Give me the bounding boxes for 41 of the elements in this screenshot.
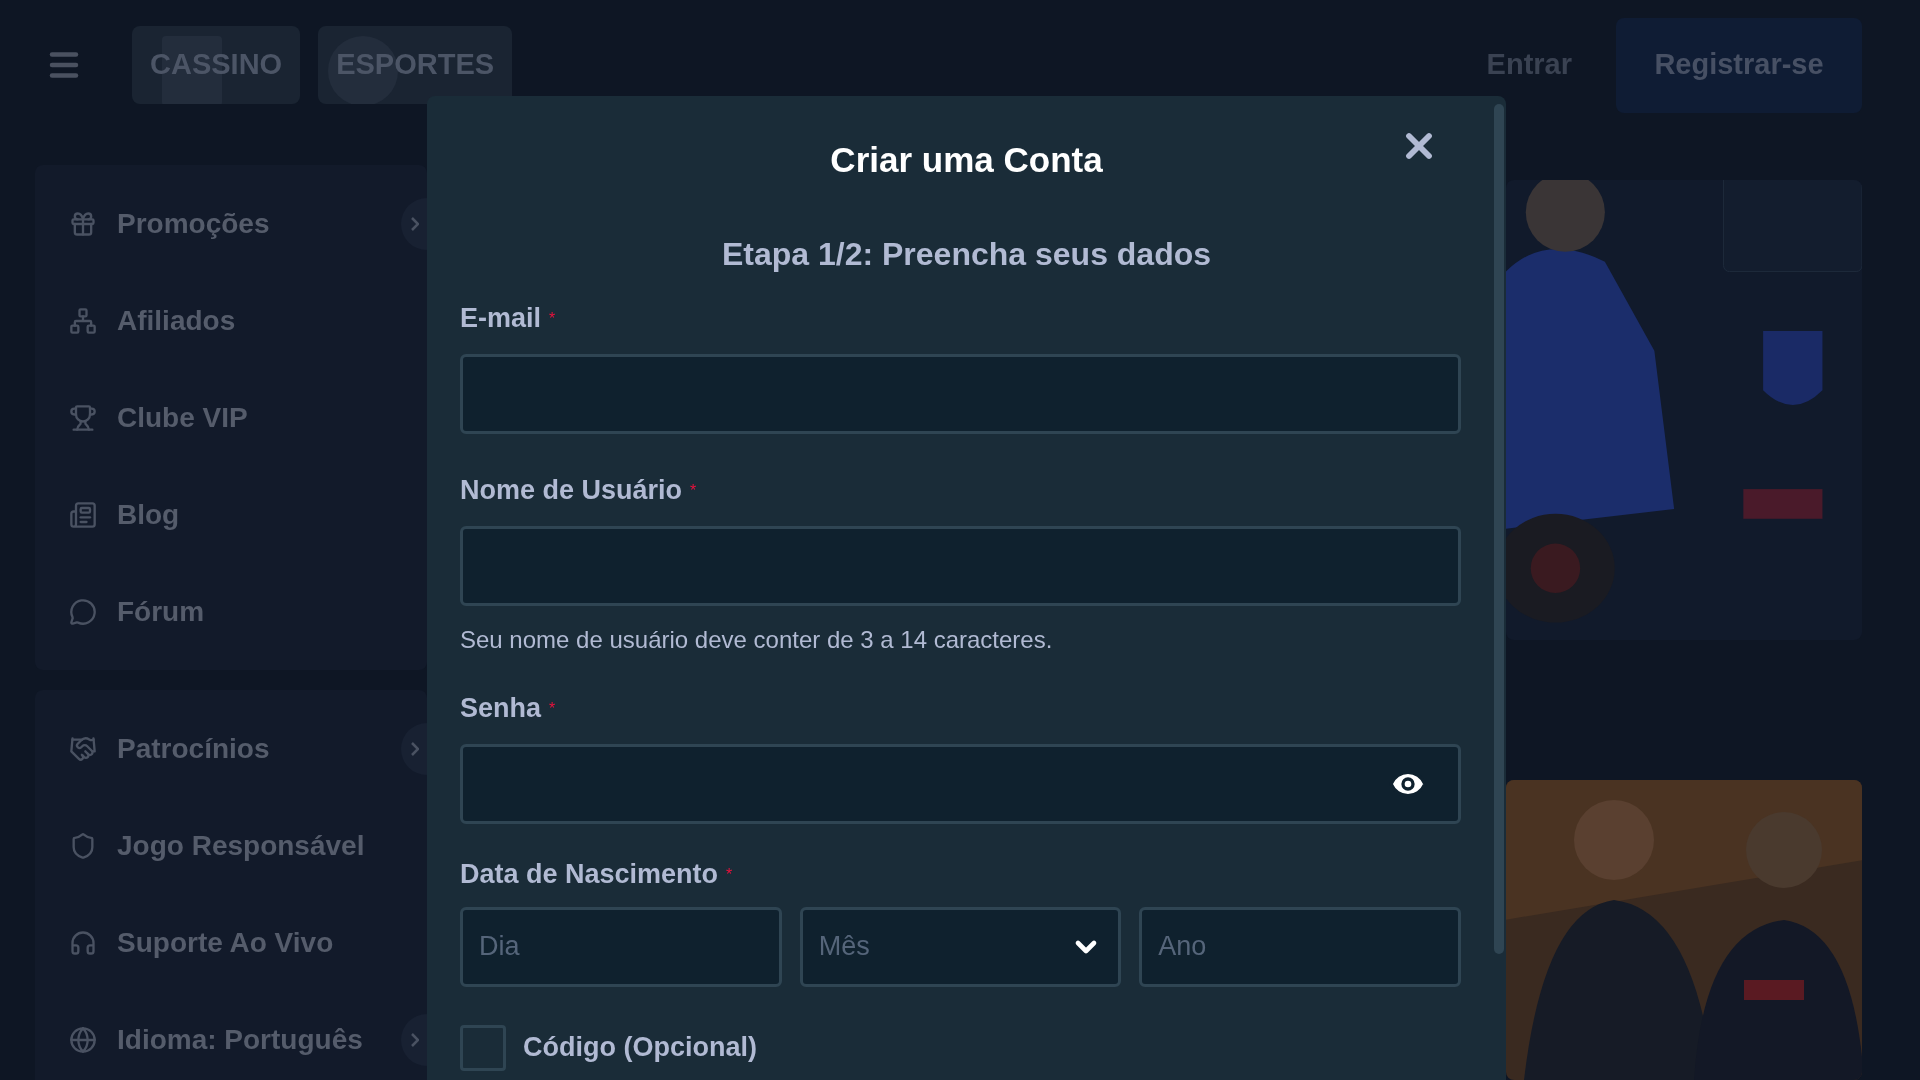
dialog-title: Criar uma Conta [830,139,1103,181]
checkbox-label[interactable]: Código (Opcional) [523,1027,757,1068]
globe-icon [69,1025,97,1054]
step-subtitle: Etapa 1/2: Preencha seus dados [721,234,1212,274]
chevron-icon [411,741,419,756]
sidebar-item[interactable]: Promoções [117,202,270,245]
headset-icon [69,928,97,957]
sidebar-item[interactable]: Jogo Responsável [117,824,365,867]
chevron-icon [411,1032,419,1047]
date-field[interactable]: Ano [1139,906,1461,987]
chat-icon [69,597,97,626]
field-hint: Seu nome de usuário deve conter de 3 a 14 caracteres. [460,624,1054,655]
code-checkbox[interactable] [460,1024,506,1071]
date-field[interactable]: Dia [460,906,782,987]
sidebar-item[interactable]: Patrocínios [117,727,270,770]
gift-icon [69,209,97,238]
field-label: Data de Nascimento [460,858,719,892]
sidebar-item[interactable]: Suporte Ao Vivo [117,921,334,964]
input-field[interactable] [460,525,1461,606]
required-marker: * [690,480,697,501]
sidebar-item[interactable]: Fórum [117,590,205,633]
network-icon [69,306,97,335]
month-select[interactable]: Mês [799,906,1122,987]
input-field[interactable] [460,353,1461,434]
field-label: Nome de Usuário [460,474,683,508]
required-marker: * [726,864,733,885]
password-field[interactable] [460,743,1461,824]
newspaper-icon [69,500,97,529]
sidebar-item[interactable]: Idioma: Português [117,1018,363,1061]
field-label: Senha [460,692,542,726]
sidebar-item[interactable]: Clube VIP [117,396,248,439]
required-marker: * [549,308,556,329]
required-marker: * [549,698,556,719]
sidebar-item[interactable]: Blog [117,493,180,536]
chevron-icon [411,216,419,231]
scrollbar[interactable] [1494,104,1504,954]
register-button[interactable]: Registrar-se [1616,17,1862,113]
field-label: E-mail [460,302,542,336]
sidebar-item[interactable]: Afiliados [117,299,236,342]
handshake-icon [69,734,97,763]
trophy-icon [69,403,97,432]
